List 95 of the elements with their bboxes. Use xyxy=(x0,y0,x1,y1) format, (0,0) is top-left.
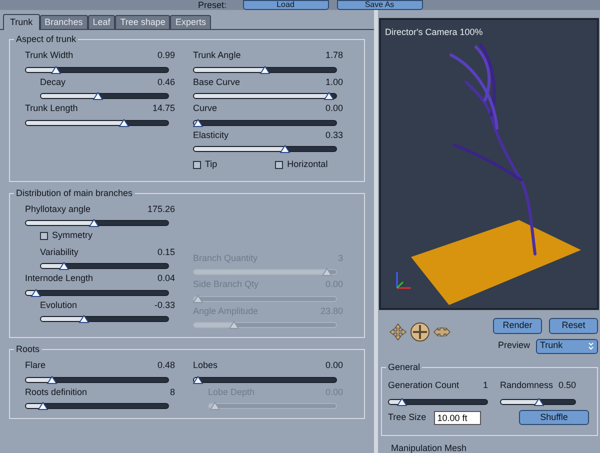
slider-label: Decay xyxy=(40,76,66,89)
slider-value: 0.99 xyxy=(157,49,175,62)
slider-label: Trunk Angle xyxy=(193,49,241,62)
slider-label: Roots definition xyxy=(25,386,88,398)
action-button[interactable]: Reset xyxy=(549,318,598,334)
zoom-arrows-icon[interactable] xyxy=(433,326,451,338)
slider-value: 0.00 xyxy=(325,359,343,372)
slider-thumb[interactable] xyxy=(280,145,290,153)
slider-thumb[interactable] xyxy=(396,398,407,406)
slider-value: 0.00 xyxy=(325,102,343,115)
checkbox-label: Symmetry xyxy=(52,229,92,242)
slider-value: 0.33 xyxy=(325,128,343,142)
chevron-icon xyxy=(588,342,594,350)
slider-value: 175.26 xyxy=(147,202,175,216)
slider-label: Trunk Length xyxy=(25,102,78,115)
preset-button[interactable]: Save As xyxy=(336,0,423,10)
slider-label: Elasticity xyxy=(193,128,229,142)
group-title: Roots xyxy=(14,344,42,355)
slider-track[interactable] xyxy=(40,316,169,322)
checkbox[interactable] xyxy=(40,232,48,240)
group-title: General xyxy=(386,362,422,372)
slider-thumb[interactable] xyxy=(79,315,90,323)
slider-thumb[interactable] xyxy=(46,376,57,384)
slider-label: Curve xyxy=(193,102,218,115)
slider-value: 0.50 xyxy=(558,378,576,392)
tab[interactable]: Tree shape xyxy=(115,15,170,29)
slider-track[interactable] xyxy=(25,220,169,226)
slider-label: Phyllotaxy angle xyxy=(25,202,91,216)
slider-track[interactable] xyxy=(25,376,169,382)
slider-label: Generation Count xyxy=(388,378,460,392)
checkbox[interactable] xyxy=(193,160,201,169)
slider-value: 0.48 xyxy=(157,359,175,372)
slider-track[interactable] xyxy=(193,120,337,126)
slider-thumb[interactable] xyxy=(30,288,41,296)
tab[interactable]: Branches xyxy=(40,15,88,29)
checkbox[interactable] xyxy=(275,160,284,169)
slider-track[interactable] xyxy=(193,66,337,72)
slider-thumb[interactable] xyxy=(38,402,48,410)
checkbox-label: Tip xyxy=(205,158,218,171)
slider-track[interactable] xyxy=(193,376,337,382)
slider-value: 0.15 xyxy=(157,246,175,258)
group-title: Aspect of trunk xyxy=(14,34,78,45)
slider-thumb[interactable] xyxy=(534,398,544,406)
slider-thumb[interactable] xyxy=(89,219,100,227)
preview-label: Preview xyxy=(498,339,530,352)
section-title: Manipulation Mesh xyxy=(391,444,468,453)
slider-label: Internode Length xyxy=(25,272,94,285)
tab[interactable]: Experts xyxy=(170,15,211,29)
tab[interactable]: Trunk xyxy=(3,14,40,30)
slider-value: -0.33 xyxy=(154,298,175,312)
slider-value: 1.78 xyxy=(325,49,343,62)
slider-track[interactable] xyxy=(40,93,169,99)
slider-label: Evolution xyxy=(40,298,78,312)
slider-thumb[interactable] xyxy=(58,262,69,270)
slider-track[interactable] xyxy=(25,120,169,126)
action-button[interactable]: Render xyxy=(493,318,542,334)
slider-thumb[interactable] xyxy=(324,92,334,100)
slider-thumb[interactable] xyxy=(50,66,61,74)
slider-track[interactable] xyxy=(193,146,337,152)
slider-thumb[interactable] xyxy=(193,376,204,384)
checkbox-label: Horizontal xyxy=(287,158,328,171)
slider-value: 0.04 xyxy=(157,272,175,285)
slider-track[interactable] xyxy=(25,290,169,296)
preset-button[interactable]: Load xyxy=(242,0,329,10)
tab[interactable]: Leaf xyxy=(88,15,116,29)
slider-track[interactable] xyxy=(500,399,576,405)
slider-value: 0.46 xyxy=(157,76,175,88)
group-title: Distribution of main branches xyxy=(14,188,135,198)
move-arrows-icon[interactable] xyxy=(389,322,407,340)
slider-track[interactable] xyxy=(193,93,337,99)
slider-thumb[interactable] xyxy=(118,118,129,126)
preset-label: Preset: xyxy=(198,0,227,10)
slider-thumb[interactable] xyxy=(260,66,270,74)
shuffle-button[interactable]: Shuffle xyxy=(519,410,589,425)
slider-label: Lobes xyxy=(193,359,218,372)
slider-label: Flare xyxy=(25,359,46,372)
viewport-title: Director's Camera 100% xyxy=(385,26,483,39)
slider-thumb[interactable] xyxy=(93,92,104,100)
slider-track[interactable] xyxy=(40,263,169,269)
slider-label: Base Curve xyxy=(193,76,240,88)
slider-value: 8 xyxy=(170,386,175,398)
axis-gizmo-icon xyxy=(396,272,411,289)
preview-dropdown[interactable]: Trunk xyxy=(536,338,598,354)
tree-size-label: Tree Size xyxy=(388,410,426,424)
slider-thumb[interactable] xyxy=(193,118,204,126)
slider-track[interactable] xyxy=(388,399,488,405)
slider-value: 1 xyxy=(482,378,488,392)
slider-value: 14.75 xyxy=(152,102,175,115)
tree-size-field[interactable]: 10.00 ft xyxy=(434,410,482,424)
slider-value: 1.00 xyxy=(325,76,343,88)
slider-label: Randomness xyxy=(500,378,554,392)
slider-label: Variability xyxy=(40,246,78,259)
slider-label: Trunk Width xyxy=(25,49,74,62)
slider-track[interactable] xyxy=(25,403,169,409)
slider-track[interactable] xyxy=(25,66,169,72)
